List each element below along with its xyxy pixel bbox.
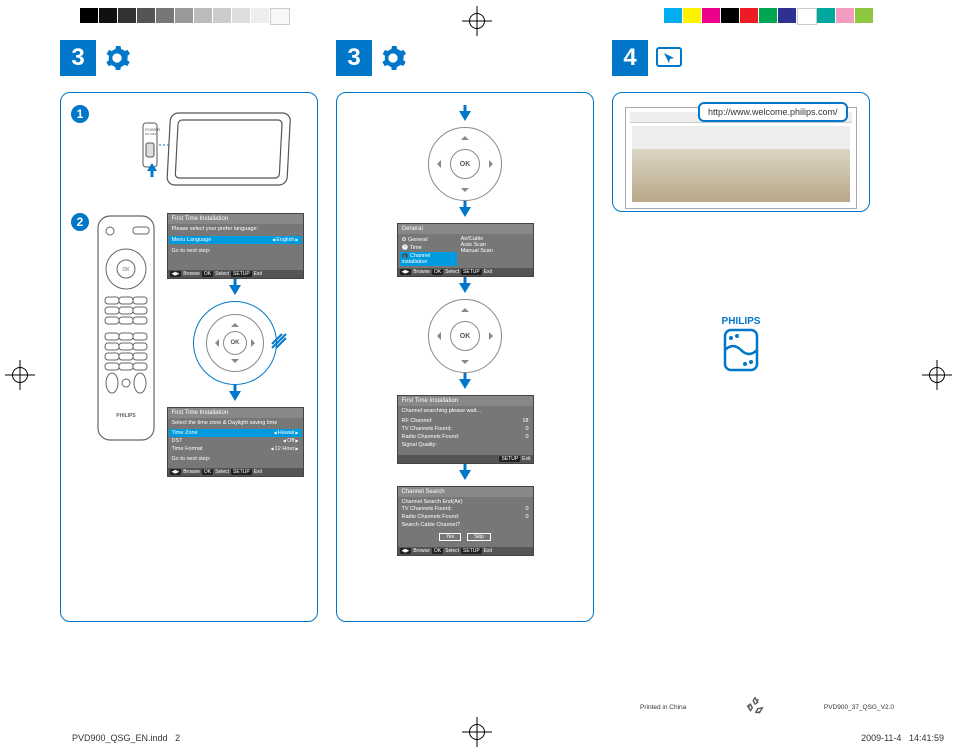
osd-row: Time ZoneHawaii	[169, 429, 302, 437]
skip-button: Skip	[467, 533, 491, 541]
ok-button: OK	[450, 321, 480, 351]
osd-timezone: First Time Installation Select the time …	[167, 407, 304, 477]
step-number: 4	[612, 40, 648, 76]
step-header-2: 3	[336, 40, 594, 76]
website-screenshot: http://www.welcome.philips.com/	[625, 107, 857, 209]
osd-footer: ◀▶Browse OKSelect SETUPExit	[168, 270, 303, 278]
printed-in: Printed in China	[640, 704, 686, 711]
osd-footer: ◀▶Browse OKSelect SETUPExit	[398, 547, 533, 555]
philips-logo: PHILIPS	[612, 312, 870, 384]
step-header-3: 4	[612, 40, 870, 76]
url-callout: http://www.welcome.philips.com/	[698, 102, 848, 122]
osd-row: Time Format12 Hour	[172, 445, 299, 453]
panel-setup-2: OK General ⚙ General 🕐 Time 📺 Channel in…	[336, 92, 594, 622]
osd-footer: ◀▶Browse OKSelect SETUPExit	[168, 468, 303, 476]
remote-nav-highlight: OK	[193, 301, 277, 385]
arrow-down-icon	[459, 207, 471, 217]
substep-2: 2	[71, 213, 89, 231]
osd-footer: ◀▶Browse OKSelect SETUPExit	[398, 268, 533, 276]
arrow-down-icon	[459, 283, 471, 293]
panel-website: http://www.welcome.philips.com/	[612, 92, 870, 212]
yes-button: Yes	[439, 533, 461, 541]
osd-row: DSTOff	[172, 437, 299, 445]
doc-id: PVD900_37_QSG_V2.0	[824, 704, 894, 711]
osd-next: Go to next step:	[172, 248, 299, 254]
arrow-down-icon	[229, 391, 241, 401]
svg-text:OK: OK	[122, 267, 130, 273]
greyscale-bar	[80, 8, 290, 23]
crosshair-bottom	[462, 717, 492, 747]
remote-dpad: OK	[428, 127, 502, 201]
arrow-down-icon	[459, 470, 471, 480]
crosshair-left	[5, 360, 35, 390]
press-action-icon	[270, 330, 290, 350]
timestamp: 2009-11-4 14:41:59	[861, 733, 944, 743]
gear-icon	[102, 43, 132, 73]
arrow-down-icon	[459, 111, 471, 121]
gear-icon	[378, 43, 408, 73]
osd-row-lang: Menu Language English	[169, 236, 302, 244]
osd-prompt: Please select your prefer language:	[172, 226, 299, 232]
osd-title: First Time Installation	[168, 408, 303, 418]
osd-scanning: First Time Installation Channel searchin…	[397, 395, 534, 464]
step-number: 3	[336, 40, 372, 76]
osd-title: First Time Installation	[398, 396, 533, 406]
osd-scan-msg: Channel searching please wait...	[402, 408, 529, 414]
logo-text: PHILIPS	[722, 316, 761, 327]
arrow-down-icon	[459, 379, 471, 389]
osd-scan-end: Channel Search Channel Search End(Air) T…	[397, 486, 534, 556]
imprint: PVD900_QSG_EN.indd 2	[72, 733, 180, 743]
remote-dpad: OK	[206, 314, 264, 372]
osd-next: Go to next step:	[172, 456, 299, 462]
step-header-1: 3	[60, 40, 318, 76]
panel-setup-1: 1 POWER ON·OFF	[60, 92, 318, 622]
color-bar	[664, 8, 874, 23]
osd-footer: SETUPExit	[398, 455, 533, 463]
osd-title: General	[398, 224, 533, 234]
footer-row: Printed in China PVD900_37_QSG_V2.0	[640, 695, 894, 719]
column-3: http://www.welcome.philips.com/ PHILIPS	[612, 92, 870, 622]
osd-channel-menu: General ⚙ General 🕐 Time 📺 Channel insta…	[397, 223, 534, 277]
page-content: 3 3 4	[60, 40, 894, 700]
osd-title: First Time Installation	[168, 214, 303, 224]
remote-illustration: OK PHILIPS	[95, 213, 157, 443]
substep-1: 1	[71, 105, 89, 123]
osd-menu-left: ⚙ General 🕐 Time 📺 Channel installation	[398, 234, 459, 268]
osd-title: Channel Search	[398, 487, 533, 497]
step-number: 3	[60, 40, 96, 76]
crosshair-top	[462, 6, 492, 36]
osd-language: First Time Installation Please select yo…	[167, 213, 304, 279]
svg-text:ON·OFF: ON·OFF	[145, 132, 157, 136]
arrow-down-icon	[229, 285, 241, 295]
remote-brand: PHILIPS	[116, 413, 136, 419]
ok-button: OK	[450, 149, 480, 179]
ok-button: OK	[223, 331, 247, 355]
osd-prompt: Select the time zone & Daylight saving t…	[172, 420, 299, 426]
osd-menu-right: Air/Cable Auto Scan Manual Scan	[459, 234, 533, 268]
screen-cursor-icon	[654, 43, 684, 73]
remote-dpad: OK	[428, 299, 502, 373]
crosshair-right	[922, 360, 952, 390]
portable-dvd-illustration: POWER ON·OFF	[101, 105, 301, 195]
recycle-icon	[744, 695, 766, 719]
